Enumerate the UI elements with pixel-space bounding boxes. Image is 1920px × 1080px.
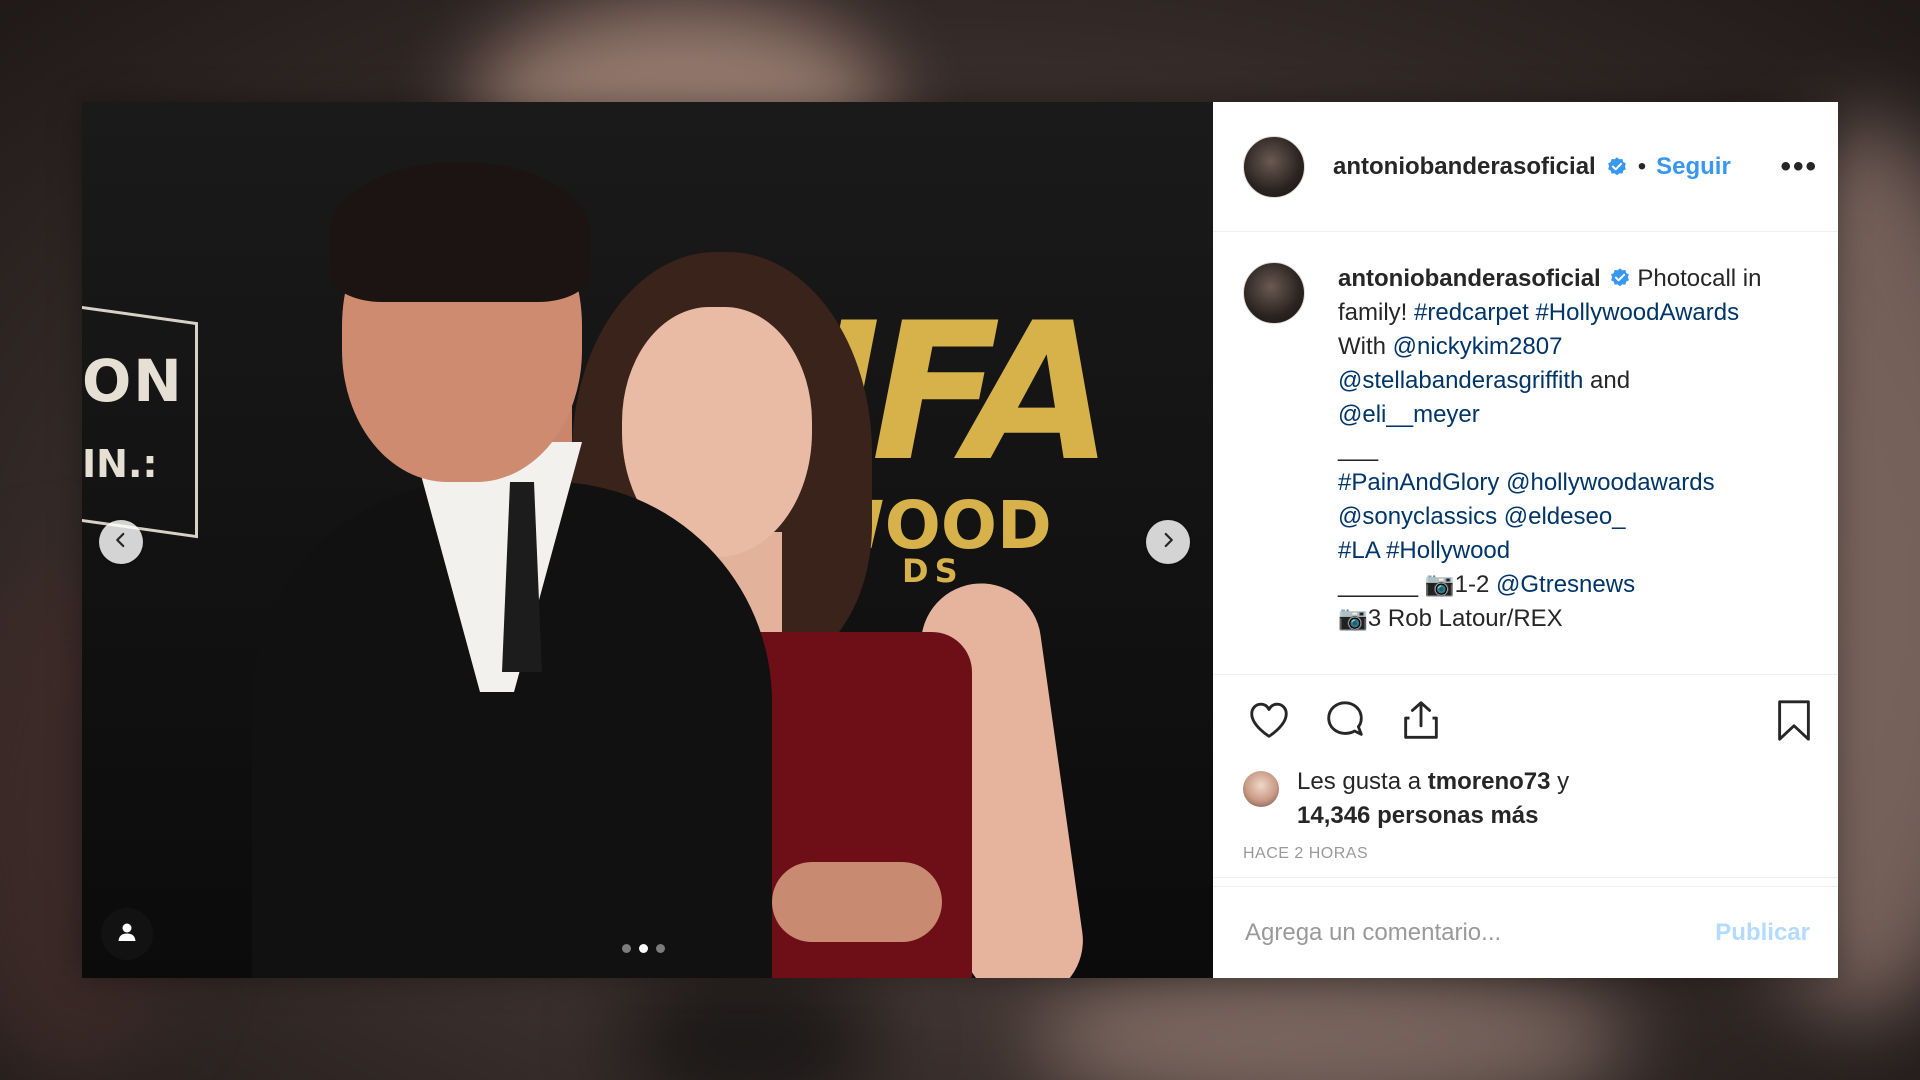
hashtag-link[interactable]: #HollywoodAwards <box>1535 299 1739 326</box>
caption-line: @eli__meyer <box>1338 398 1808 432</box>
verified-badge-icon <box>1601 265 1631 292</box>
caption-line: 📷3 Rob Latour/REX <box>1338 602 1808 636</box>
post-media: ON IN.: HFA WOOD DS <box>82 102 1213 978</box>
more-options-icon[interactable]: ••• <box>1780 150 1818 184</box>
chevron-right-icon <box>1159 531 1177 554</box>
caption-line: With @nickykim2807 <box>1338 330 1808 364</box>
caption-line: ______ 📷1-2 @Gtresnews <box>1338 568 1808 602</box>
likes-text[interactable]: Les gusta a tmoreno73 y 14,346 personas … <box>1297 765 1569 833</box>
hashtag-link[interactable]: #PainAndGlory <box>1338 469 1499 496</box>
caption-text-segment: ______ 📷1-2 <box>1338 571 1496 598</box>
caption-text-segment <box>1497 503 1504 530</box>
backdrop-sign-text-2: IN.: <box>82 442 158 486</box>
header-separator: • <box>1637 152 1647 180</box>
carousel-dot <box>656 944 665 953</box>
mention-link[interactable]: @hollywoodawards <box>1506 469 1714 496</box>
post-timestamp: HACE 2 HORAS <box>1213 833 1838 878</box>
backdrop-sign-frame <box>82 301 198 539</box>
caption-text-segment: 📷3 Rob Latour/REX <box>1338 605 1563 632</box>
background-blur-blob <box>1030 960 1630 1080</box>
likes-summary: Les gusta a tmoreno73 y 14,346 personas … <box>1213 765 1838 833</box>
carousel-dot <box>622 944 631 953</box>
mention-link[interactable]: @eli__meyer <box>1338 401 1480 428</box>
hashtag-link[interactable]: #Hollywood <box>1386 537 1510 564</box>
publish-button[interactable]: Publicar <box>1709 918 1816 948</box>
caption-line: #LA #Hollywood <box>1338 534 1808 568</box>
next-photo-button[interactable] <box>1146 520 1190 564</box>
carousel-dot-active <box>639 944 648 953</box>
likes-count[interactable]: 14,346 <box>1297 802 1370 829</box>
caption-line: ___ <box>1338 432 1808 466</box>
liker-username[interactable]: tmoreno73 <box>1428 768 1551 795</box>
follow-button[interactable]: Seguir <box>1656 153 1731 181</box>
comment-input[interactable] <box>1243 917 1710 948</box>
likes-prefix: Les gusta a <box>1297 768 1428 795</box>
user-tag-icon <box>115 920 139 949</box>
tagged-users-button[interactable] <box>101 908 153 960</box>
share-icon[interactable] <box>1397 696 1445 744</box>
caption-text-segment: Photocall in <box>1630 265 1762 292</box>
caption-text-segment: and <box>1583 367 1631 394</box>
mention-link[interactable]: @eldeseo_ <box>1504 503 1626 530</box>
likes-suffix: personas más <box>1370 802 1539 829</box>
post-header: antoniobanderasoficial • Seguir ••• <box>1213 102 1838 232</box>
caption-text-segment: With <box>1338 333 1393 360</box>
verified-badge-icon <box>1606 156 1628 178</box>
caption-line: #PainAndGlory @hollywoodawards <box>1338 466 1808 500</box>
instagram-post: ON IN.: HFA WOOD DS antoniobanderasofici… <box>82 102 1838 978</box>
caption-line: @sonyclassics @eldeseo_ <box>1338 500 1808 534</box>
previous-photo-button[interactable] <box>99 520 143 564</box>
post-caption: antoniobanderasoficial Photocall in famil… <box>1213 232 1838 675</box>
caption-author-avatar[interactable] <box>1243 262 1305 324</box>
chevron-left-icon <box>112 531 130 554</box>
caption-text: antoniobanderasoficial Photocall in famil… <box>1338 262 1808 674</box>
man-hair <box>330 162 590 302</box>
heart-icon[interactable] <box>1245 696 1293 744</box>
caption-text-segment: family! <box>1338 299 1415 326</box>
caption-text-segment: ___ <box>1338 435 1379 462</box>
mention-link[interactable]: @sonyclassics <box>1338 503 1497 530</box>
backdrop-sign-text: ON <box>82 347 184 415</box>
hashtag-link[interactable]: #LA <box>1338 537 1379 564</box>
hashtag-link[interactable]: #redcarpet <box>1414 299 1529 326</box>
caption-line: @stellabanderasgriffith and <box>1338 364 1808 398</box>
awards-backdrop-text: DS <box>902 552 964 590</box>
mention-link[interactable]: @Gtresnews <box>1496 571 1635 598</box>
caption-username[interactable]: antoniobanderasoficial <box>1338 265 1601 292</box>
liker-avatar[interactable] <box>1243 771 1279 807</box>
post-sidebar: antoniobanderasoficial • Seguir ••• anto… <box>1213 102 1838 978</box>
bookmark-icon[interactable] <box>1770 696 1818 744</box>
comment-form: Publicar <box>1213 886 1838 978</box>
mention-link[interactable]: @nickykim2807 <box>1393 333 1563 360</box>
author-avatar[interactable] <box>1243 135 1305 198</box>
carousel-indicator <box>622 944 665 953</box>
mention-link[interactable]: @stellabanderasgriffith <box>1338 367 1583 394</box>
man-hand <box>772 862 942 942</box>
caption-line: family! #redcarpet #HollywoodAwards <box>1338 296 1808 330</box>
likes-middle: y <box>1550 768 1570 795</box>
post-actions <box>1213 675 1838 765</box>
comment-icon[interactable] <box>1321 696 1369 744</box>
background-blur-blob <box>620 960 880 1080</box>
author-username[interactable]: antoniobanderasoficial <box>1333 153 1596 181</box>
caption-line: antoniobanderasoficial Photocall in <box>1338 262 1808 296</box>
